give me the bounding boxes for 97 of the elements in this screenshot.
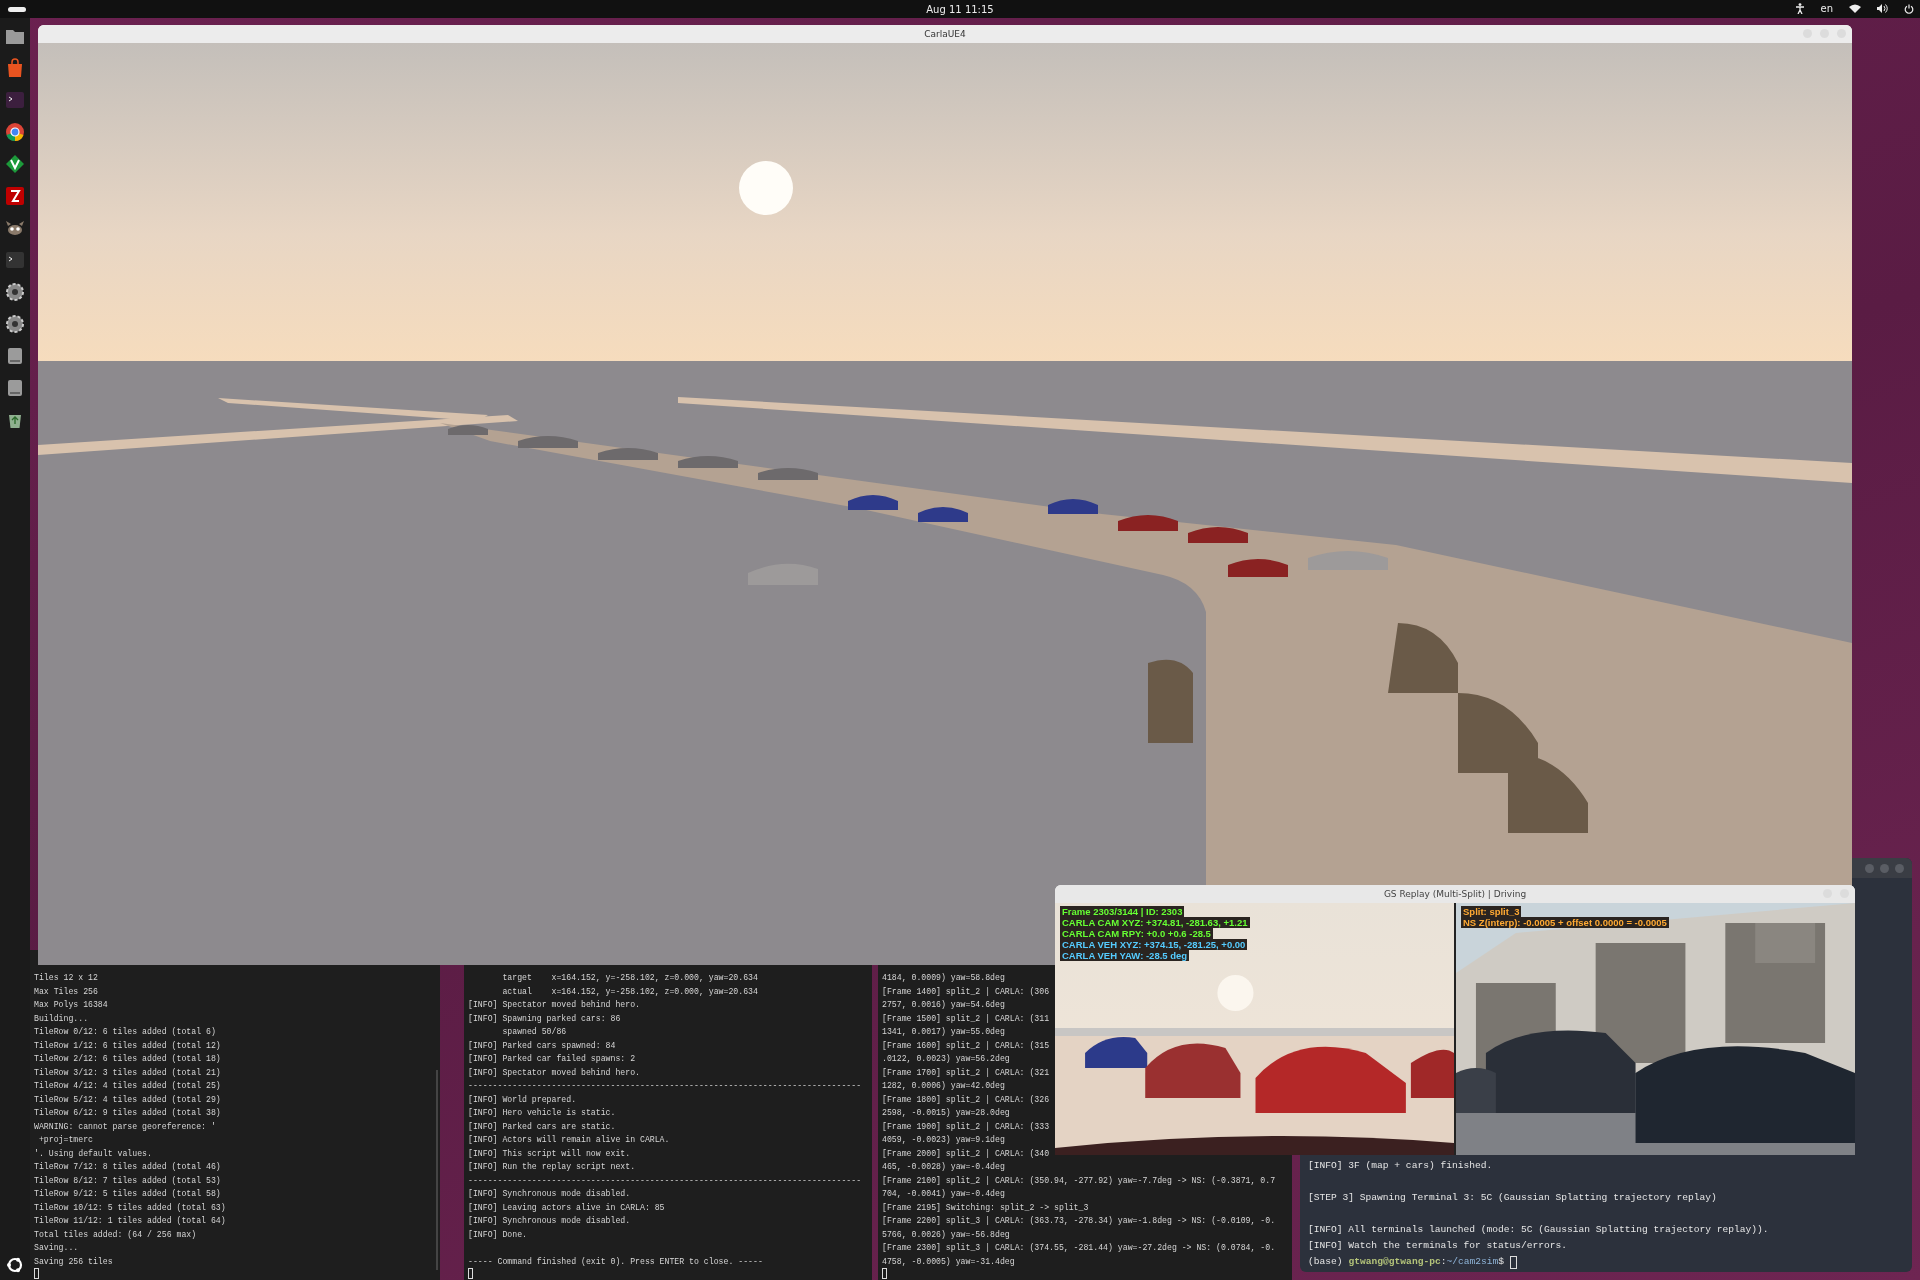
terminal-line: [INFO] All terminals launched (mode: 5C (Gaussian Splatting trajectory replay)). bbox=[1308, 1223, 1770, 1237]
terminal-line: Max Polys 16384 bbox=[34, 999, 109, 1011]
terminal-line: Saving 256 tiles bbox=[34, 1255, 114, 1268]
terminal-line: [Frame 1400] split_2 | CARLA: (306 bbox=[882, 985, 1051, 998]
clock[interactable]: Aug 11 11:15 bbox=[926, 3, 994, 15]
terminal-line: 2757, 0.0016) yaw=54.6deg bbox=[882, 999, 1006, 1011]
terminal-line: TileRow 9/12: 5 tiles added (total 58) bbox=[34, 1188, 222, 1200]
terminal-line: [INFO] This script will now exit. bbox=[468, 1147, 632, 1160]
terminal-line: TileRow 4/12: 4 tiles added (total 25) bbox=[34, 1080, 222, 1092]
terminal-line: [Frame 2195] Switching: split_2 -> split_3 bbox=[882, 1201, 1090, 1214]
terminal-line: TileRow 3/12: 3 tiles added (total 21) bbox=[34, 1066, 222, 1079]
terminal-line: -------------------------------------------------------------------------------- bbox=[468, 1080, 863, 1092]
terminal-line: [INFO] Synchronous mode disabled. bbox=[468, 1188, 632, 1200]
terminal-line: [Frame 1800] split_2 | CARLA: (326 bbox=[882, 1093, 1051, 1106]
browser-icon[interactable] bbox=[5, 122, 25, 142]
terminal-line: [Frame 1500] split_2 | CARLA: (311 bbox=[882, 1012, 1051, 1025]
scrollbar[interactable] bbox=[436, 1070, 438, 1270]
terminal-line: [INFO] Parked cars are static. bbox=[468, 1120, 617, 1133]
terminal-line: TileRow 7/12: 8 tiles added (total 46) bbox=[34, 1161, 222, 1173]
power-icon[interactable] bbox=[1904, 3, 1914, 14]
terminal-line: [INFO] Watch the terminals for status/errors. bbox=[1308, 1239, 1569, 1253]
terminal-line: [Frame 2100] split_2 | CARLA: (350.94, -277.92) yaw=-7.7deg -> NS: (-0.3871, 0.7 bbox=[882, 1174, 1277, 1187]
window-title: CarlaUE4 bbox=[924, 29, 966, 39]
shopping-bag-icon[interactable] bbox=[5, 58, 25, 78]
prompt-env: (base) bbox=[1308, 1255, 1343, 1269]
volume-icon[interactable] bbox=[1877, 4, 1888, 13]
terminal-line: 2598, -0.0015) yaw=28.0deg bbox=[882, 1107, 1011, 1119]
input-source[interactable]: en bbox=[1820, 3, 1833, 14]
terminal-line: [INFO] Parked car failed spawns: 2 bbox=[468, 1053, 637, 1065]
terminal-line: +proj=tmerc bbox=[37, 1134, 94, 1146]
terminal-line: [INFO] Leaving actors alive in CARLA: 85 bbox=[468, 1201, 666, 1214]
terminal-line: 4059, -0.0023) yaw=9.1deg bbox=[882, 1134, 1006, 1146]
terminal-line: [INFO] World prepared. bbox=[468, 1093, 578, 1106]
terminal-line: target x=164.152, y=-258.102, z=0.000, yaw=20.634 bbox=[501, 972, 759, 984]
terminal-line: 1282, 0.0006) yaw=42.0deg bbox=[882, 1080, 1006, 1092]
terminal-line: Building... bbox=[34, 1012, 90, 1025]
square-app-icon[interactable] bbox=[5, 186, 25, 206]
terminal-line: [INFO] Actors will remain alive in CARLA. bbox=[468, 1134, 671, 1146]
terminal-line: [Frame 2300] split_3 | CARLA: (374.55, -281.44) yaw=-27.2deg -> NS: (0.0784, -0. bbox=[882, 1242, 1277, 1254]
terminal-line: [Frame 1900] split_2 | CARLA: (333 bbox=[882, 1120, 1051, 1133]
terminal-cursor bbox=[34, 1268, 39, 1279]
activities-indicator[interactable] bbox=[8, 7, 26, 12]
terminal-line: TileRow 6/12: 9 tiles added (total 38) bbox=[34, 1107, 222, 1119]
settings-icon[interactable] bbox=[5, 282, 25, 302]
terminal-line: 465, -0.0028) yaw=-0.4deg bbox=[882, 1161, 1006, 1173]
prompt-symbol: $ bbox=[1498, 1255, 1505, 1269]
terminal-line: spawned 50/86 bbox=[501, 1026, 568, 1038]
animal-icon[interactable] bbox=[5, 218, 25, 238]
terminal-line: [Frame 1600] split_2 | CARLA: (315 bbox=[882, 1039, 1051, 1052]
terminal-line: [INFO] Spectator moved behind hero. bbox=[468, 999, 641, 1011]
terminal-line: Total tiles added: (64 / 256 max) bbox=[34, 1228, 198, 1241]
terminal-line: TileRow 0/12: 6 tiles added (total 6) bbox=[34, 1026, 217, 1038]
terminal-line: [INFO] Spawning parked cars: 86 bbox=[468, 1012, 622, 1025]
terminal-line: [INFO] Done. bbox=[468, 1228, 528, 1241]
terminal-line: [INFO] Hero vehicle is static. bbox=[468, 1107, 617, 1119]
prompt-separator: : bbox=[1440, 1255, 1447, 1269]
terminal-line: -------------------------------------------------------------------------------- bbox=[468, 1174, 863, 1187]
terminal-line: TileRow 8/12: 7 tiles added (total 53) bbox=[34, 1174, 222, 1187]
terminal-line: [Frame 1700] split_2 | CARLA: (321 bbox=[882, 1066, 1051, 1079]
terminal-line: '. Using default values. bbox=[34, 1147, 153, 1160]
terminal-line: [INFO] Run the replay script next. bbox=[468, 1161, 637, 1173]
terminal-cursor bbox=[468, 1268, 473, 1279]
terminal-line: 4184, 0.0009) yaw=58.8deg bbox=[882, 972, 1006, 984]
terminal-line: 5766, 0.0026) yaw=-56.8deg bbox=[882, 1228, 1011, 1241]
terminal-line: .0122, 0.0023) yaw=56.2deg bbox=[882, 1053, 1011, 1065]
terminal-line: TileRow 5/12: 4 tiles added (total 29) bbox=[34, 1093, 222, 1106]
terminal-line: 4758, -0.0005) yaw=-31.4deg bbox=[882, 1255, 1016, 1268]
terminal-line: WARNING: cannot parse georeference: ' bbox=[34, 1120, 217, 1133]
terminal-line: ----- Command finished (exit 0). Press ENTER to close. ----- bbox=[468, 1255, 764, 1268]
settings-icon[interactable] bbox=[5, 314, 25, 334]
terminal-line: TileRow 1/12: 6 tiles added (total 12) bbox=[34, 1039, 222, 1052]
drive-icon[interactable] bbox=[5, 346, 25, 366]
terminal-line: [INFO] Spectator moved behind hero. bbox=[468, 1066, 641, 1079]
terminal-line: [Frame 2200] split_3 | CARLA: (363.73, -278.34) yaw=-1.8deg -> NS: (-0.0109, -0. bbox=[882, 1215, 1277, 1227]
terminal-line: 1341, 0.0017) yaw=55.0deg bbox=[882, 1026, 1006, 1038]
terminal-line: [Frame 2000] split_2 | CARLA: (340 bbox=[882, 1147, 1051, 1160]
terminal-cursor bbox=[1510, 1255, 1518, 1269]
terminal-line: [INFO] Synchronous mode disabled. bbox=[468, 1215, 632, 1227]
terminal-line: Max Tiles 256 bbox=[34, 985, 99, 998]
terminal-line: TileRow 2/12: 6 tiles added (total 18) bbox=[34, 1053, 222, 1065]
terminal-line: Tiles 12 x 12 bbox=[34, 972, 99, 984]
terminal-line: Saving... bbox=[34, 1242, 80, 1254]
prompt-user-host: gtwang@gtwang-pc bbox=[1348, 1255, 1441, 1269]
terminal-line: [STEP 3] Spawning Terminal 3: 5C (Gaussian Splatting trajectory replay) bbox=[1308, 1191, 1718, 1205]
terminal-line: 704, -0.0041) yaw=-0.4deg bbox=[882, 1188, 1006, 1200]
drive-icon[interactable] bbox=[5, 378, 25, 398]
terminal-line: TileRow 11/12: 1 tiles added (total 64) bbox=[34, 1215, 227, 1227]
terminal-line: actual x=164.152, y=-258.102, z=0.000, yaw=20.634 bbox=[501, 985, 759, 998]
terminal-line: TileRow 10/12: 5 tiles added (total 63) bbox=[34, 1201, 227, 1214]
terminal-line: [INFO] 3F (map + cars) finished. bbox=[1308, 1159, 1494, 1173]
diamond-icon[interactable] bbox=[5, 154, 25, 174]
wifi-icon[interactable] bbox=[1849, 4, 1861, 13]
prompt-path: ~/cam2sim bbox=[1446, 1255, 1499, 1269]
terminal-cursor bbox=[882, 1268, 887, 1279]
terminal-line: [INFO] Parked cars spawned: 84 bbox=[468, 1039, 617, 1052]
circle-logo-icon[interactable] bbox=[6, 1256, 24, 1274]
accessibility-icon[interactable] bbox=[1794, 3, 1805, 14]
